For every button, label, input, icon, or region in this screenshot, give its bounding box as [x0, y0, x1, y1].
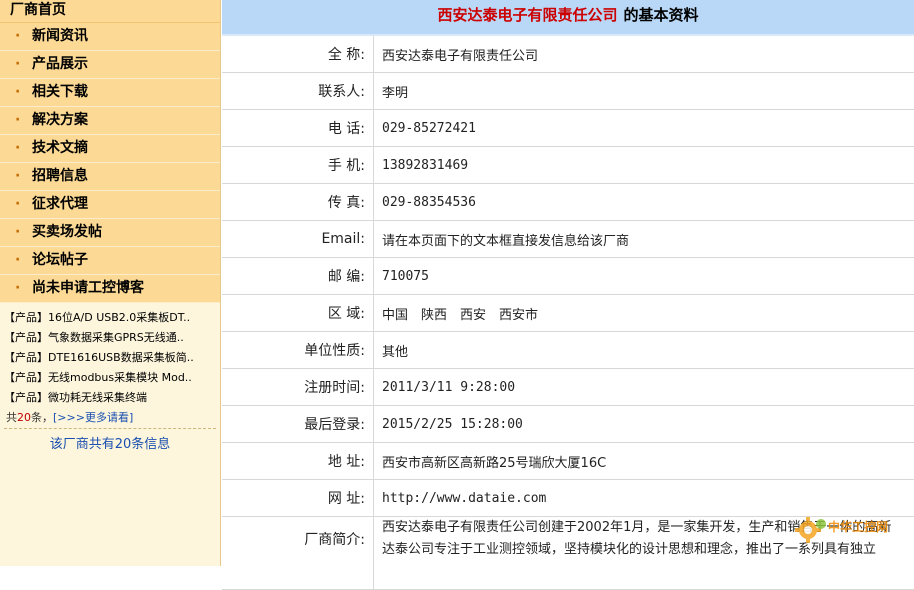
row-mobile: 手 机:13892831469 — [222, 147, 914, 184]
menu-products[interactable]: ·产品展示 — [0, 51, 220, 79]
website-link[interactable]: http://www.dataie.com — [374, 480, 914, 517]
row-company-type: 单位性质:其他 — [222, 332, 914, 369]
row-email: Email:请在本页面下的文本框直接发信息给该厂商 — [222, 221, 914, 258]
menu-forum-posts[interactable]: ·论坛帖子 — [0, 247, 220, 275]
row-register-time: 注册时间:2011/3/11 9:28:00 — [222, 369, 914, 406]
bullet-icon: · — [15, 79, 20, 106]
bullet-icon: · — [15, 23, 20, 50]
bullet-icon: · — [15, 275, 20, 302]
row-address: 地 址:西安市高新区高新路25号瑞欣大厦16C — [222, 443, 914, 480]
title-suffix: 的基本资料 — [624, 6, 699, 24]
menu-agents[interactable]: ·征求代理 — [0, 191, 220, 219]
product-list: 【产品】16位A/D USB2.0采集板DT.. 【产品】气象数据采集GPRS无… — [0, 303, 220, 428]
title-company-name: 西安达泰电子有限责任公司 — [437, 6, 617, 24]
bullet-icon: · — [15, 219, 20, 246]
main-content: 西安达泰电子有限责任公司的基本资料 全 称:西安达泰电子有限责任公司 联系人:李… — [222, 0, 914, 566]
bullet-icon: · — [15, 191, 20, 218]
bullet-icon: · — [15, 163, 20, 190]
row-fax: 传 真:029-88354536 — [222, 184, 914, 221]
product-link-3[interactable]: 【产品】DTE1616USB数据采集板简.. — [4, 348, 216, 368]
bullet-icon: · — [15, 247, 20, 274]
sidebar: 厂商首页 ·新闻资讯 ·产品展示 ·相关下载 ·解决方案 ·技术文摘 ·招聘信息… — [0, 0, 221, 566]
menu-jobs[interactable]: ·招聘信息 — [0, 163, 220, 191]
row-full-name: 全 称:西安达泰电子有限责任公司 — [222, 36, 914, 73]
company-info-table: 全 称:西安达泰电子有限责任公司 联系人:李明 电 话:029-85272421… — [222, 36, 914, 590]
vendor-home-link[interactable]: 厂商首页 — [0, 0, 220, 23]
page-title: 西安达泰电子有限责任公司的基本资料 — [222, 0, 914, 36]
row-contact: 联系人:李明 — [222, 73, 914, 110]
row-region: 区 域:中国 陕西 西安 西安市 — [222, 295, 914, 332]
menu-blog[interactable]: ·尚未申请工控博客 — [0, 275, 220, 303]
row-phone: 电 话:029-85272421 — [222, 110, 914, 147]
watermark-text: 中华工控网 — [828, 518, 888, 535]
bullet-icon: · — [15, 135, 20, 162]
total-info-count: 该厂商共有20条信息 — [0, 429, 220, 452]
menu-news[interactable]: ·新闻资讯 — [0, 23, 220, 51]
bullet-icon: · — [15, 107, 20, 134]
bullet-icon: · — [15, 51, 20, 78]
product-count: 共20条，[>>>更多请看] — [4, 408, 220, 428]
more-products-link[interactable]: [>>>更多请看] — [53, 411, 133, 424]
site-watermark: 中华工控网 — [794, 516, 906, 544]
product-link-5[interactable]: 【产品】微功耗无线采集终端 — [4, 388, 216, 408]
row-last-login: 最后登录:2015/2/25 15:28:00 — [222, 406, 914, 443]
product-link-4[interactable]: 【产品】无线modbus采集模块 Mod.. — [4, 368, 216, 388]
gear-icon — [794, 516, 828, 544]
menu-tech-articles[interactable]: ·技术文摘 — [0, 135, 220, 163]
menu-market-posts[interactable]: ·买卖场发帖 — [0, 219, 220, 247]
product-link-2[interactable]: 【产品】气象数据采集GPRS无线通.. — [4, 328, 216, 348]
row-postcode: 邮 编:710075 — [222, 258, 914, 295]
menu-downloads[interactable]: ·相关下载 — [0, 79, 220, 107]
product-link-1[interactable]: 【产品】16位A/D USB2.0采集板DT.. — [4, 308, 216, 328]
row-website: 网 址:http://www.dataie.com — [222, 480, 914, 517]
menu-solutions[interactable]: ·解决方案 — [0, 107, 220, 135]
